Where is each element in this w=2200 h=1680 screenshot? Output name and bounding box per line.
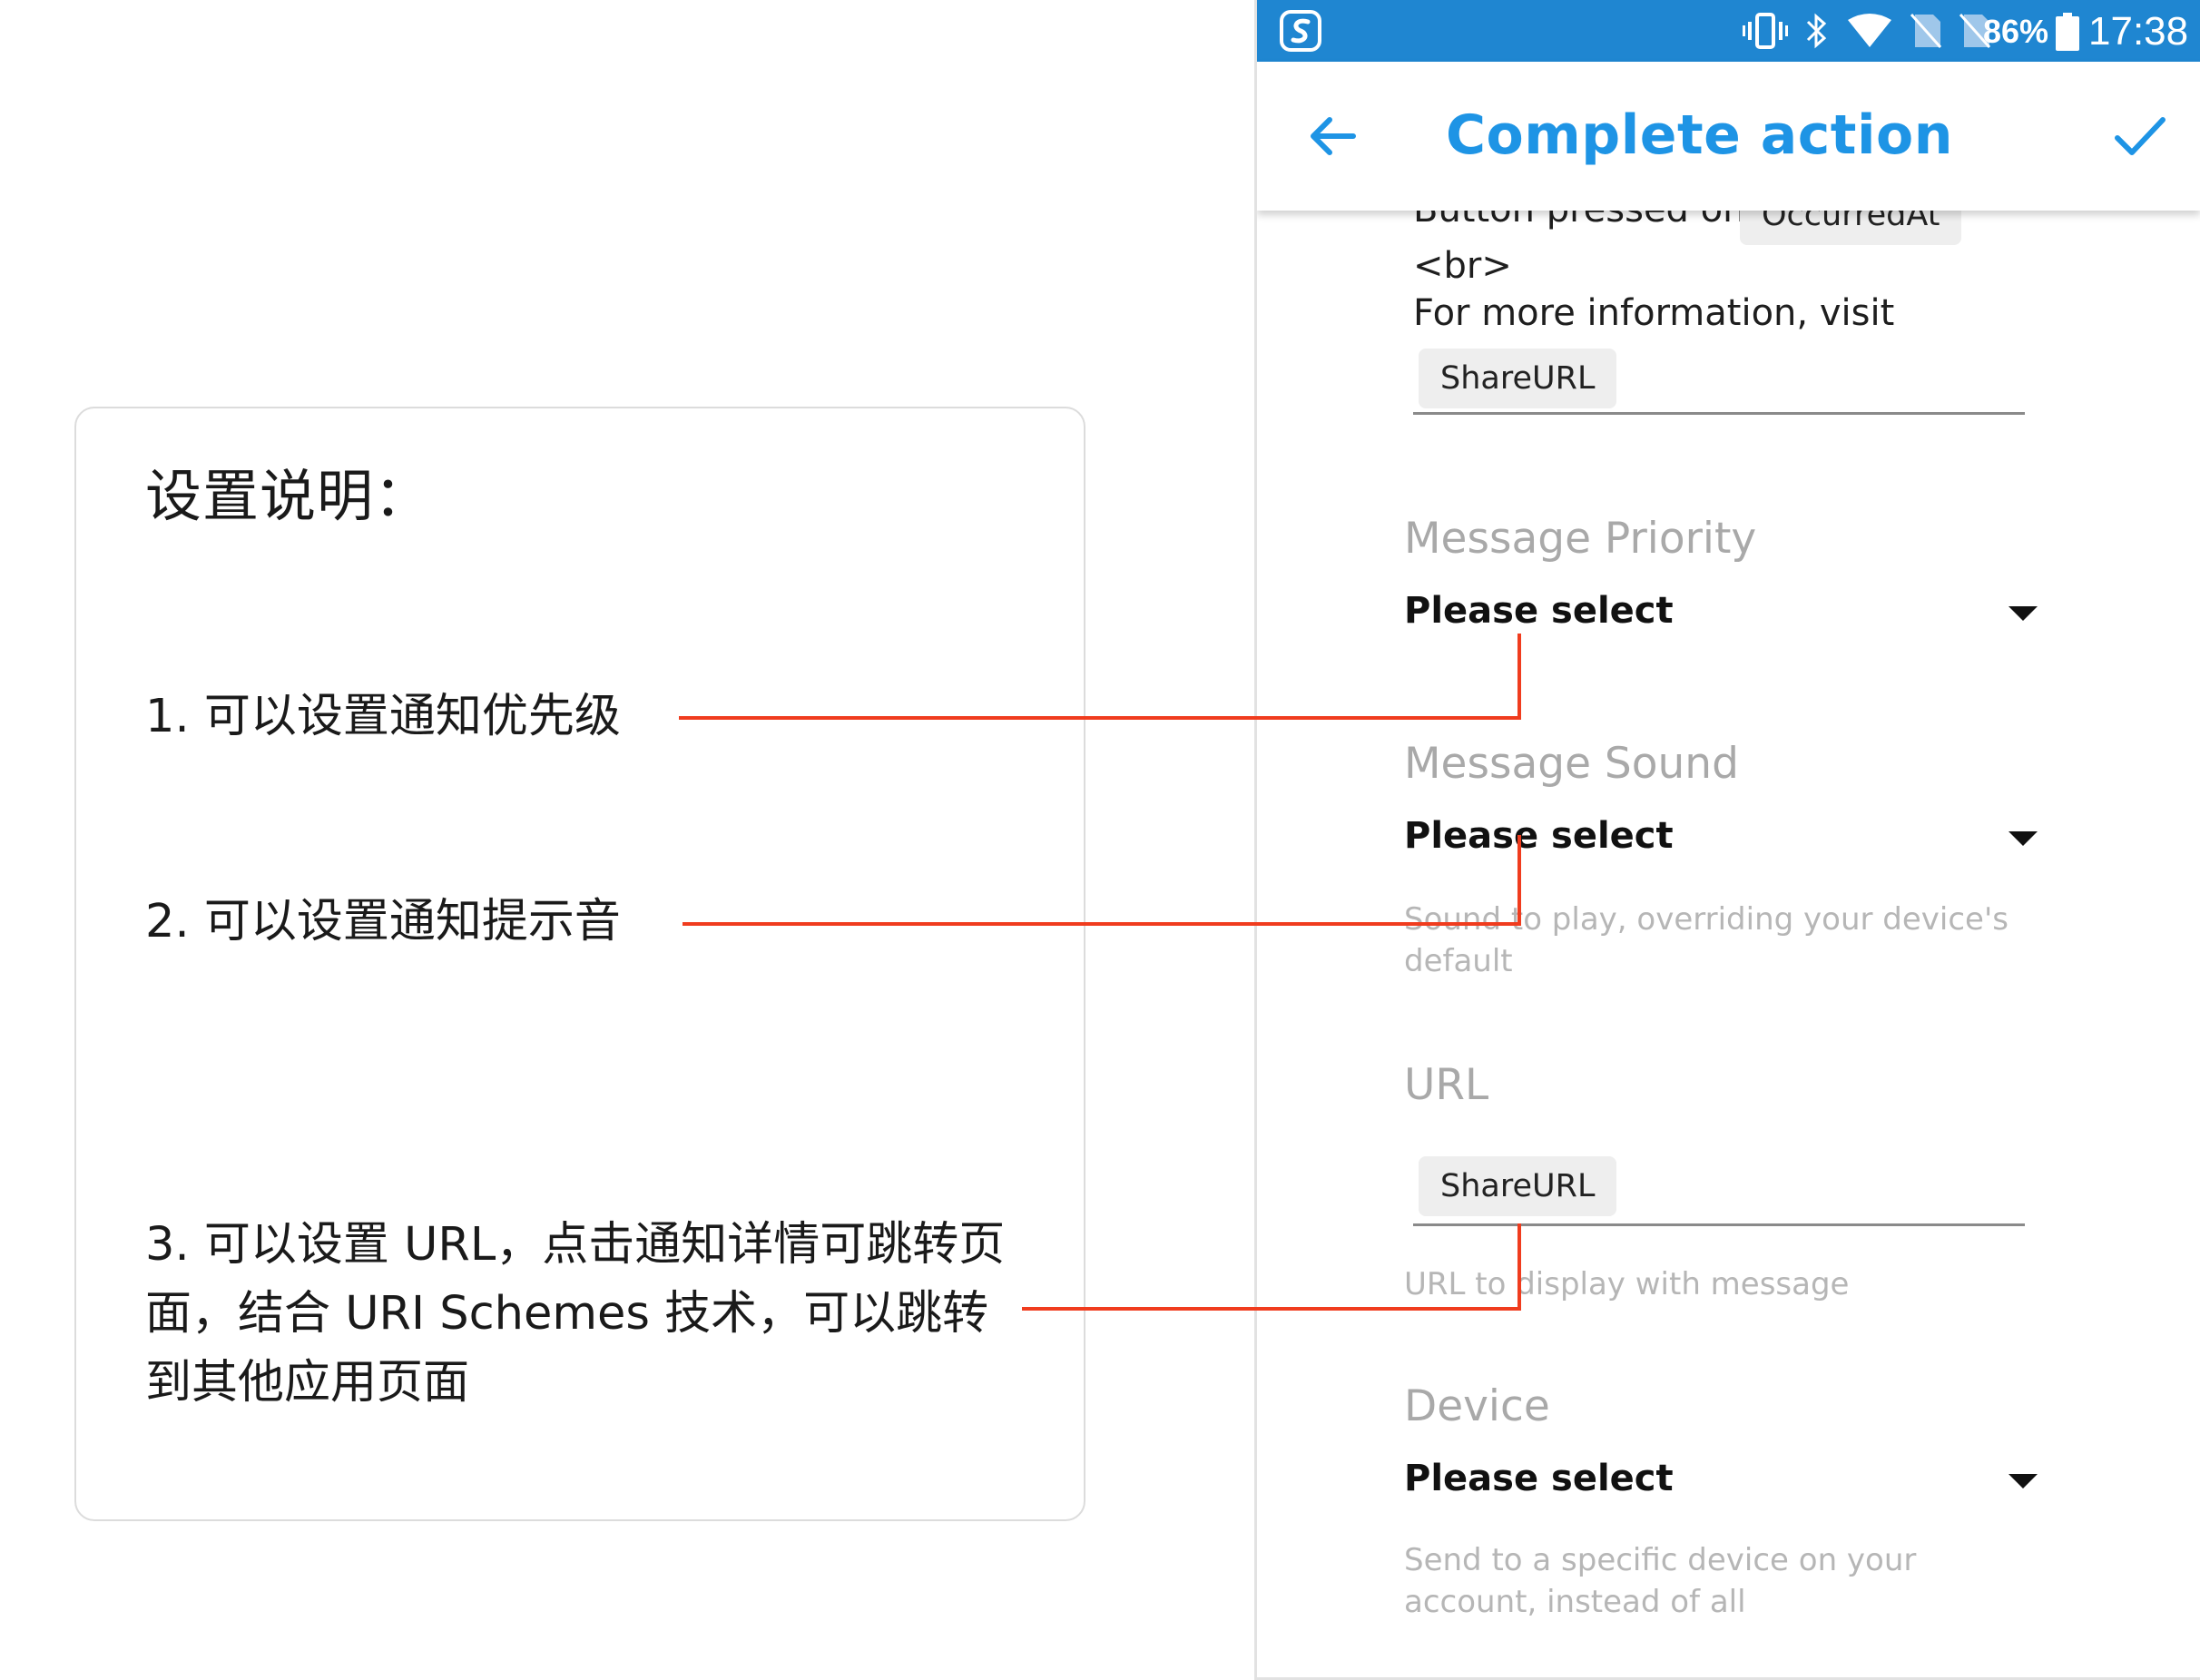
form-content: Button pressed on OccurredAt <br> For mo… (1257, 0, 2200, 1677)
url-helper-text: URL to display with message (1404, 1266, 1850, 1302)
connector-url-vertical (1517, 1223, 1521, 1311)
priority-select[interactable]: Please select (1404, 590, 1674, 632)
app-bar: Complete action (1257, 62, 2200, 211)
annotation-item-sound: 2. 可以设置通知提示音 (145, 895, 621, 948)
sound-helper-text: Sound to play, overriding your device's … (1404, 901, 2009, 979)
checkmark-icon[interactable] (2110, 107, 2168, 165)
annotation-item-priority: 1. 可以设置通知优先级 (145, 690, 621, 743)
ingredient-chip-shareurl[interactable]: ShareURL (1419, 349, 1617, 408)
device-label: Device (1404, 1381, 1550, 1431)
connector-sound-vertical (1517, 835, 1521, 926)
priority-label: Message Priority (1404, 514, 1757, 564)
message-body-br: <br> (1413, 245, 1512, 287)
device-select[interactable]: Please select (1404, 1458, 1674, 1499)
sound-select[interactable]: Please select (1404, 815, 1674, 857)
connector-priority-vertical (1517, 634, 1521, 720)
connector-priority-horizontal (679, 716, 1521, 720)
annotation-item-url: 3. 可以设置 URL，点击通知详情可跳转页面，结合 URI Schemes 技… (145, 1218, 1006, 1410)
arrow-left-icon[interactable] (1304, 107, 1362, 165)
message-body-info: For more information, visit (1413, 292, 1895, 334)
sound-label: Message Sound (1404, 739, 1739, 789)
chevron-down-icon[interactable] (2008, 606, 2038, 621)
chevron-down-icon[interactable] (2008, 831, 2038, 846)
chevron-down-icon[interactable] (2008, 1474, 2038, 1488)
url-label: URL (1404, 1060, 1489, 1110)
page-title: Complete action (1446, 103, 1953, 167)
connector-sound-horizontal (683, 922, 1521, 926)
device-helper-text: Send to a specific device on your accoun… (1404, 1542, 1917, 1620)
url-underline (1413, 1223, 2025, 1226)
phone-screen: 86% 17:38 Complete action Button pressed… (1254, 0, 2200, 1680)
annotation-title: 设置说明： (145, 463, 432, 529)
url-chip-shareurl[interactable]: ShareURL (1419, 1156, 1617, 1216)
message-body-underline (1413, 412, 2025, 415)
connector-url-horizontal (1022, 1307, 1521, 1311)
